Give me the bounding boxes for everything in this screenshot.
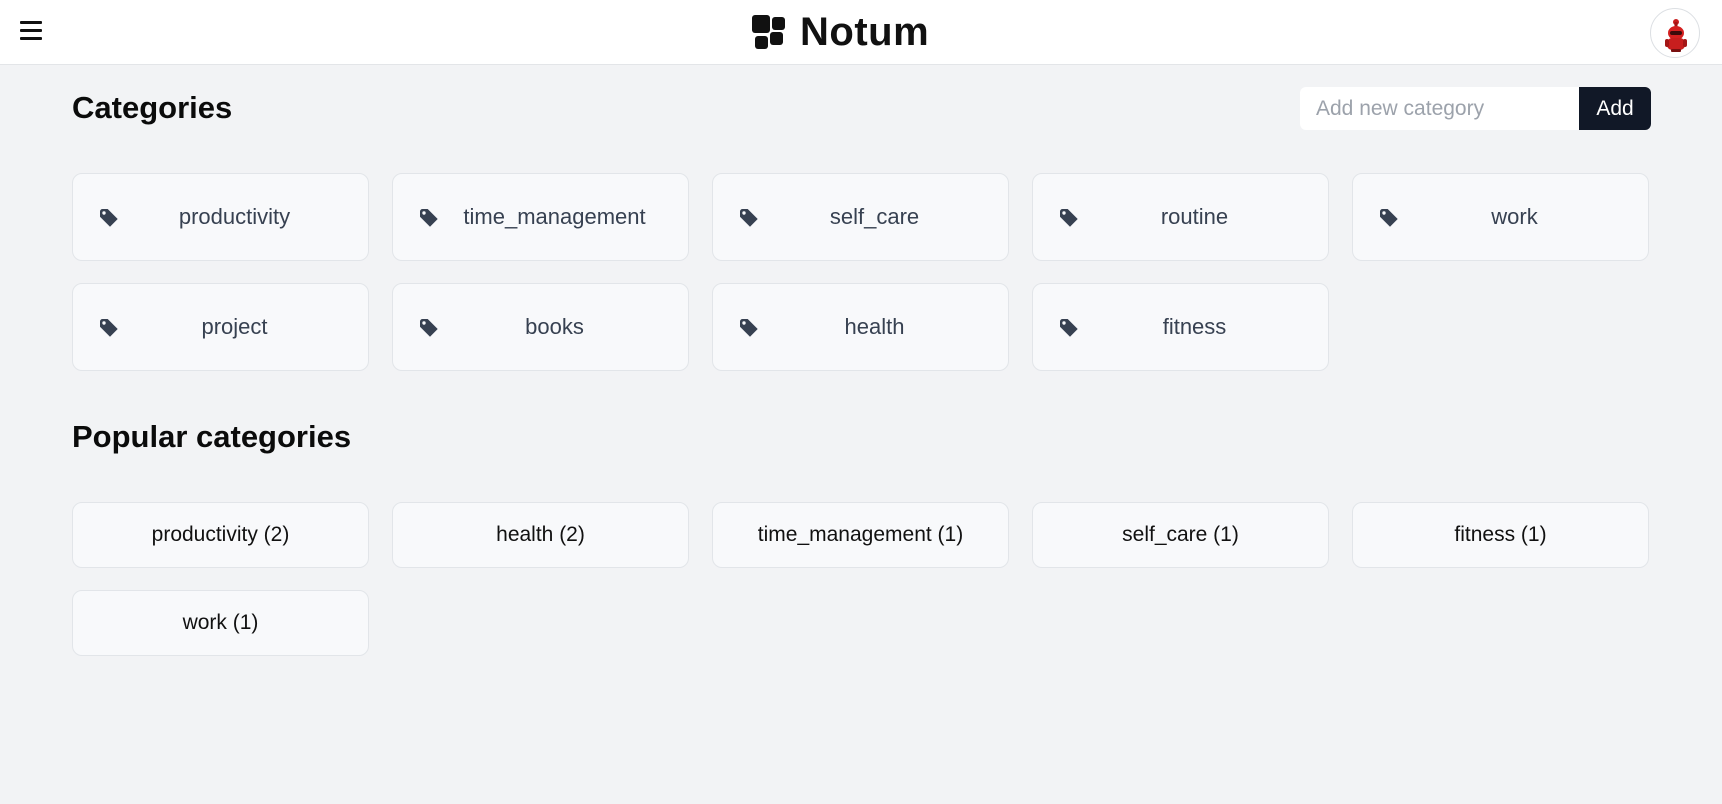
add-category-form: Add [1300,87,1651,130]
category-card[interactable]: time_management [392,173,689,261]
popular-category-card[interactable]: fitness (1) [1352,502,1649,568]
tag-icon [1060,209,1078,227]
tag-icon [420,209,438,227]
tag-icon [100,209,118,227]
category-card[interactable]: routine [1032,173,1329,261]
robot-avatar-icon [1665,19,1687,52]
popular-category-label: health (2) [496,523,585,546]
category-card[interactable]: health [712,283,1009,371]
add-category-input[interactable] [1300,87,1579,130]
popular-categories-grid: productivity (2) health (2) time_managem… [72,502,1651,656]
popular-category-label: work (1) [182,611,259,634]
category-card[interactable]: work [1352,173,1649,261]
category-label: routine [1160,204,1229,229]
categories-grid: productivity time_management self_care r… [72,173,1651,371]
category-card[interactable]: fitness [1032,283,1329,371]
app-logo[interactable]: Notum [752,10,929,54]
popular-category-label: fitness (1) [1454,523,1547,546]
category-label: health [844,314,905,339]
category-label: project [201,314,268,339]
tag-icon [1380,209,1398,227]
category-card[interactable]: self_care [712,173,1009,261]
top-bar: Notum [0,0,1722,65]
category-label: fitness [1162,314,1227,339]
hamburger-menu-icon[interactable] [20,21,42,41]
categories-title: Categories [72,90,233,125]
category-card[interactable]: project [72,283,369,371]
category-label: work [1491,204,1538,229]
popular-categories-title: Popular categories [72,419,352,454]
add-category-button[interactable]: Add [1579,87,1651,130]
tag-icon [420,319,438,337]
tag-icon [740,319,758,337]
app-title: Notum [800,9,930,54]
category-card[interactable]: productivity [72,173,369,261]
tag-icon [1060,319,1078,337]
category-label: self_care [829,204,920,229]
category-label: productivity [178,204,291,229]
tag-icon [740,209,758,227]
avatar[interactable] [1650,8,1700,58]
popular-category-label: productivity (2) [151,523,290,546]
popular-category-card[interactable]: productivity (2) [72,502,369,568]
tag-icon [100,319,118,337]
popular-category-card[interactable]: time_management (1) [712,502,1009,568]
category-label: time_management [463,204,646,229]
popular-category-card[interactable]: work (1) [72,590,369,656]
popular-category-label: time_management (1) [757,523,964,546]
popular-category-label: self_care (1) [1122,523,1239,546]
popular-category-card[interactable]: health (2) [392,502,689,568]
category-card[interactable]: books [392,283,689,371]
popular-category-card[interactable]: self_care (1) [1032,502,1329,568]
category-label: books [525,314,584,339]
squares-logo-icon [752,15,786,49]
